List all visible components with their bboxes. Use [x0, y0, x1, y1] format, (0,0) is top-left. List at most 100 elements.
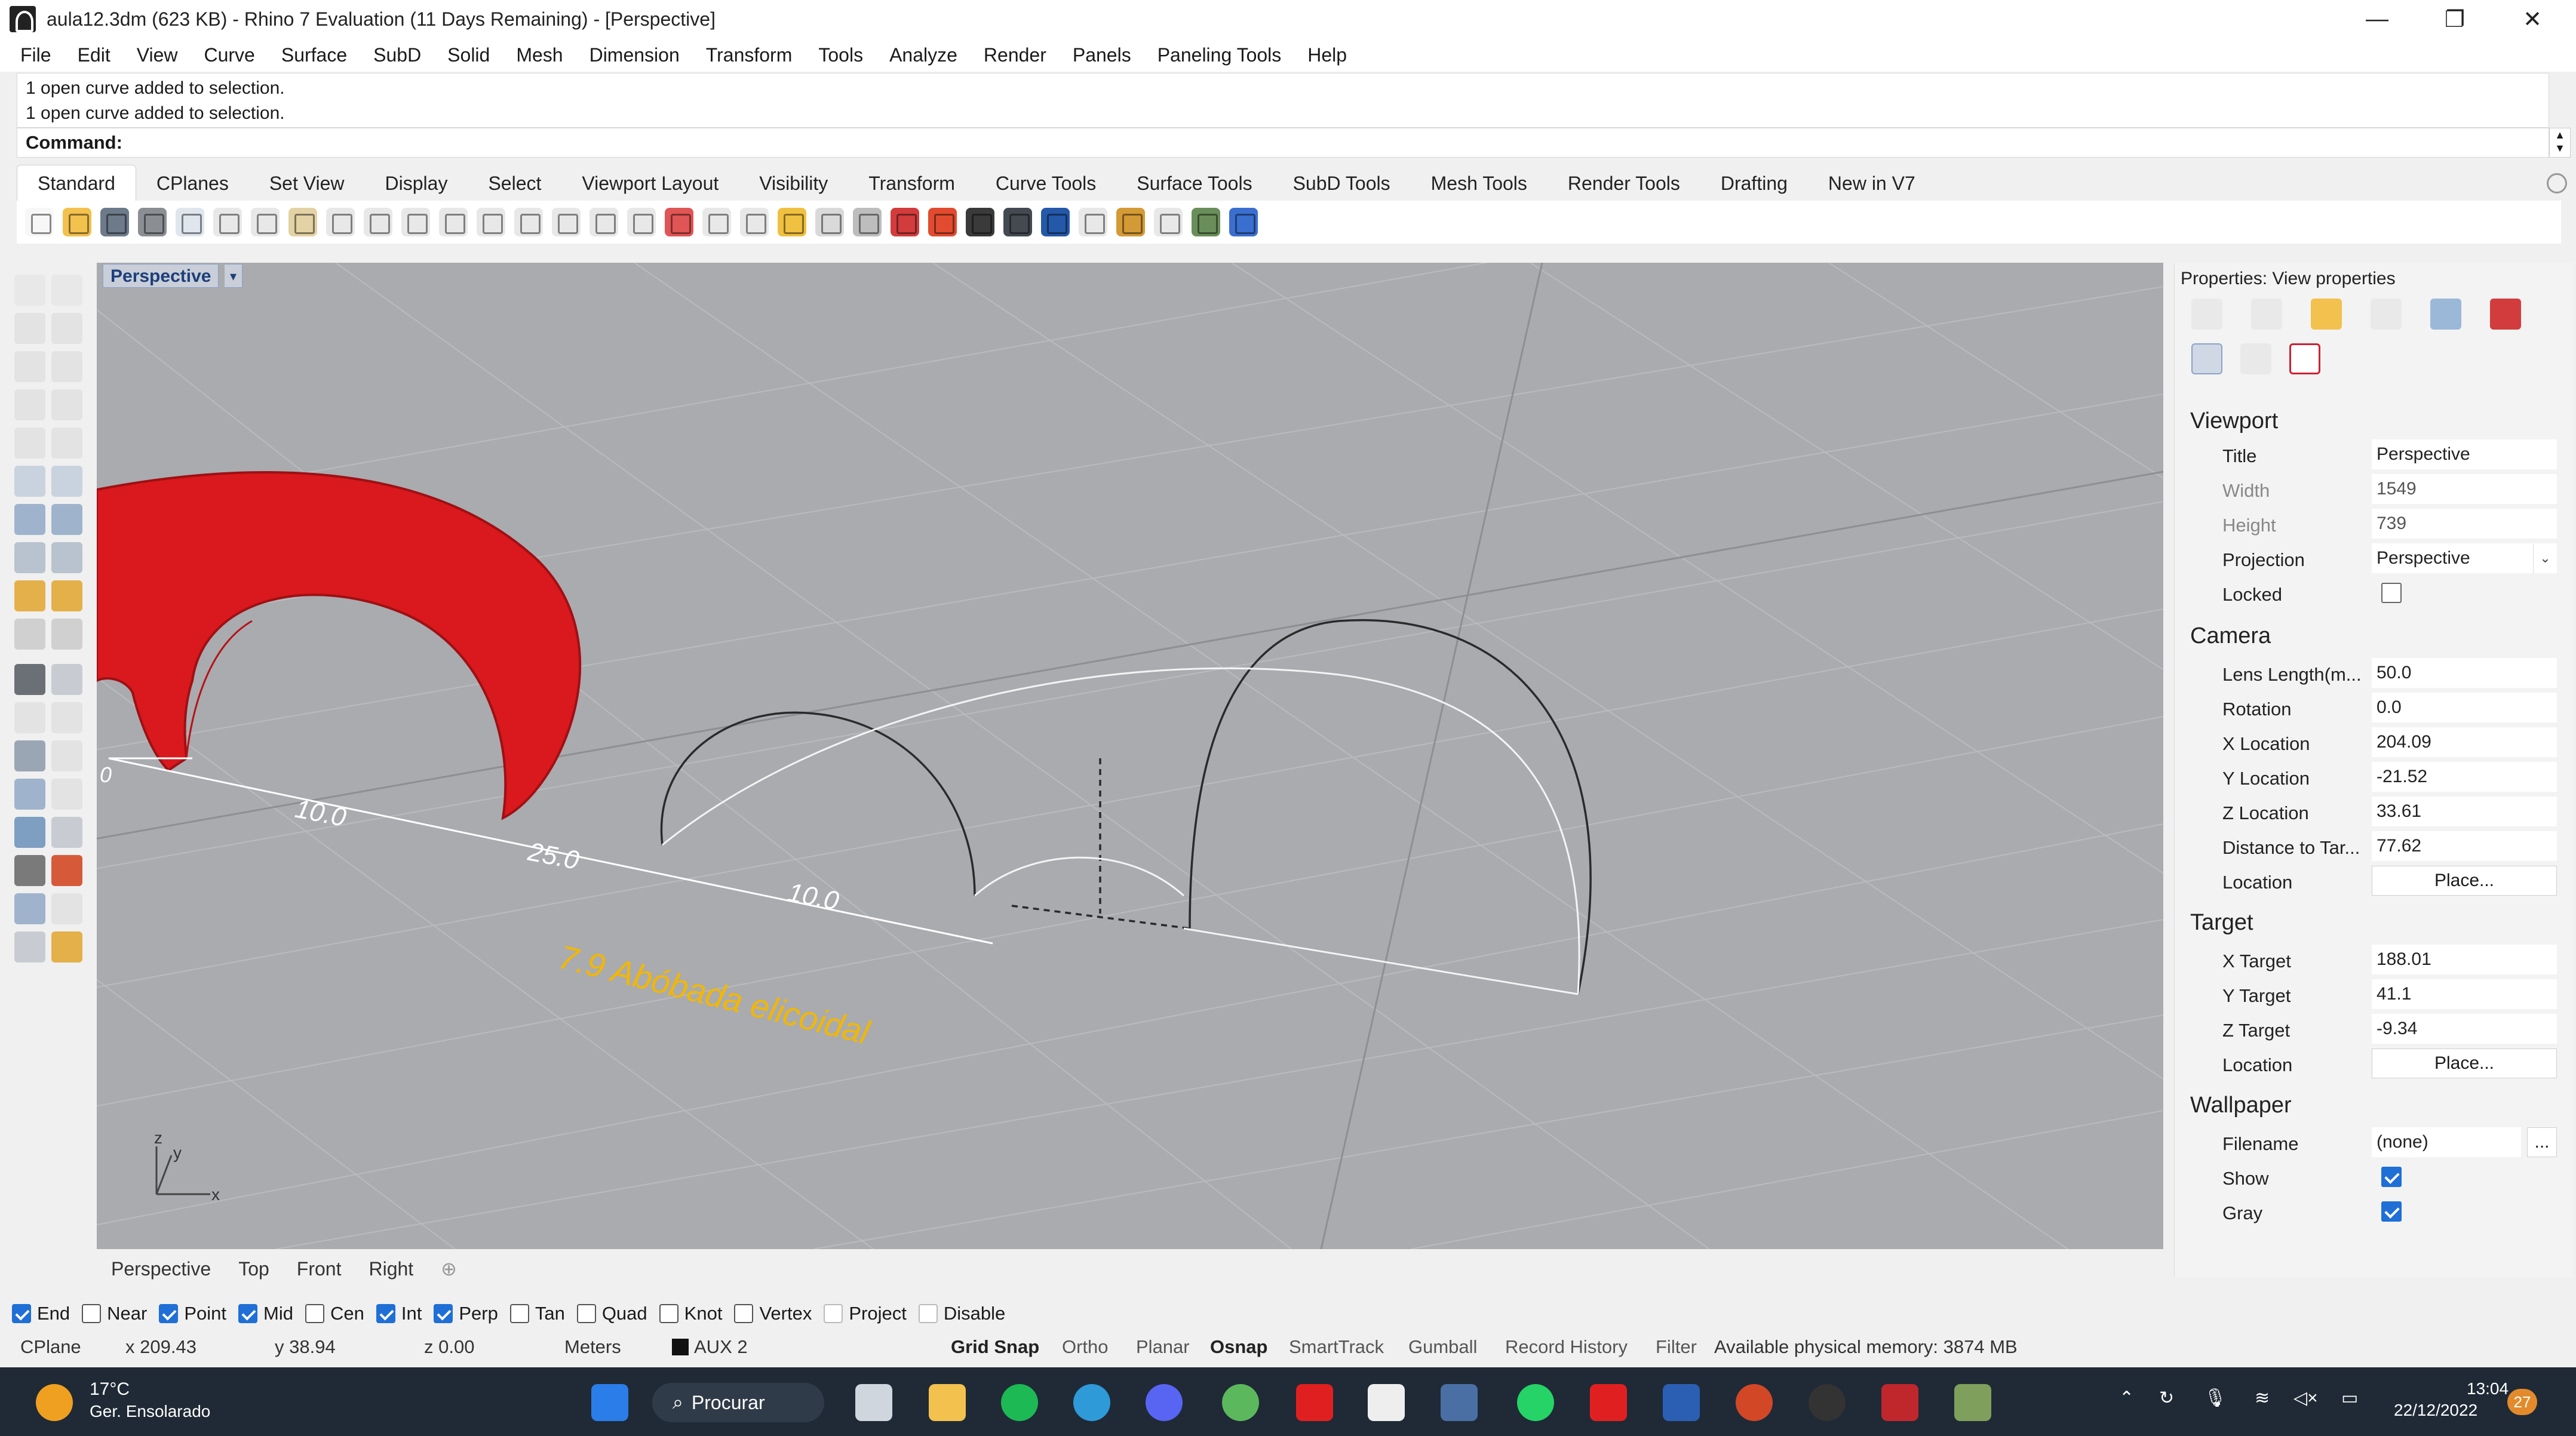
- measure-icon[interactable]: [51, 817, 82, 848]
- zoom-extents-icon[interactable]: [514, 208, 543, 236]
- shield-app-icon[interactable]: [1441, 1384, 1478, 1421]
- four-viewports-icon[interactable]: [627, 208, 656, 236]
- record-history-toggle[interactable]: Record History: [1505, 1336, 1628, 1358]
- menu-edit[interactable]: Edit: [78, 44, 110, 66]
- vp-tab-right[interactable]: Right: [369, 1258, 413, 1280]
- osnap-point[interactable]: Point: [159, 1303, 226, 1324]
- osnap-int-checkbox[interactable]: [376, 1304, 395, 1323]
- analyze-icon[interactable]: [51, 619, 82, 650]
- helical-vault-surface[interactable]: [97, 471, 581, 820]
- help-icon[interactable]: [1229, 208, 1258, 236]
- distance-to-target-field[interactable]: 77.62: [2372, 831, 2557, 861]
- scale-icon[interactable]: [51, 580, 82, 611]
- light-icon[interactable]: [1079, 208, 1107, 236]
- polyline-icon[interactable]: [14, 313, 45, 344]
- tab-render-tools[interactable]: Render Tools: [1548, 165, 1700, 201]
- polygon-icon[interactable]: [14, 389, 45, 420]
- menu-tools[interactable]: Tools: [818, 44, 863, 66]
- circle-icon[interactable]: [14, 351, 45, 382]
- grid-snap-toggle[interactable]: Grid Snap: [951, 1336, 1039, 1358]
- copy-icon[interactable]: [251, 208, 280, 236]
- zoom-icon[interactable]: [439, 208, 468, 236]
- units-label[interactable]: Meters: [564, 1336, 621, 1358]
- menu-panels[interactable]: Panels: [1073, 44, 1131, 66]
- command-scroll-arrows[interactable]: ▲ ▼: [2549, 128, 2571, 158]
- powerpoint-icon[interactable]: [1736, 1384, 1773, 1421]
- tab-cplanes[interactable]: CPlanes: [136, 165, 249, 201]
- select-all-icon[interactable]: [702, 208, 731, 236]
- globe-icon[interactable]: [1192, 208, 1220, 236]
- filename-field[interactable]: (none): [2372, 1127, 2521, 1157]
- pan-hand-icon[interactable]: [364, 208, 392, 236]
- transform-tools-icon[interactable]: [14, 580, 45, 611]
- osnap-toggle[interactable]: Osnap: [1210, 1336, 1267, 1358]
- planar-toggle[interactable]: Planar: [1136, 1336, 1190, 1358]
- toolbar-settings-icon[interactable]: [2547, 173, 2567, 193]
- save-icon[interactable]: [100, 208, 129, 236]
- restore-button[interactable]: ❐: [2416, 0, 2494, 38]
- tab-curve-tools[interactable]: Curve Tools: [975, 165, 1116, 201]
- show-checkbox[interactable]: [2381, 1167, 2402, 1187]
- group-icon[interactable]: [51, 664, 82, 695]
- tab-subd-tools[interactable]: SubD Tools: [1273, 165, 1411, 201]
- vp-tab-front[interactable]: Front: [297, 1258, 342, 1280]
- menu-mesh[interactable]: Mesh: [516, 44, 563, 66]
- osnap-disable[interactable]: Disable: [918, 1303, 1005, 1324]
- cplane-label[interactable]: CPlane: [20, 1336, 81, 1358]
- dimensions-icon[interactable]: [1154, 208, 1183, 236]
- ortho-toggle[interactable]: Ortho: [1062, 1336, 1109, 1358]
- gumball-toggle[interactable]: Gumball: [1408, 1336, 1477, 1358]
- grid-array-icon[interactable]: [14, 855, 45, 886]
- text-icon[interactable]: [14, 740, 45, 771]
- object-properties-icon[interactable]: [2191, 299, 2222, 330]
- osnap-disable-checkbox[interactable]: [918, 1304, 938, 1323]
- image-viewer-icon[interactable]: [1954, 1384, 1991, 1421]
- new-file-icon[interactable]: [25, 208, 54, 236]
- android-app-icon[interactable]: [1222, 1384, 1259, 1421]
- autocad-icon[interactable]: [1296, 1384, 1333, 1421]
- osnap-vertex-checkbox[interactable]: [734, 1304, 754, 1323]
- cplane-icon[interactable]: [665, 208, 693, 236]
- word-icon[interactable]: [1663, 1384, 1700, 1421]
- menu-analyze[interactable]: Analyze: [889, 44, 957, 66]
- loft-icon[interactable]: [51, 542, 82, 573]
- taskbar-search[interactable]: ⌕ Procurar: [652, 1383, 824, 1422]
- osnap-tan[interactable]: Tan: [509, 1303, 565, 1324]
- display-icon[interactable]: [2430, 299, 2461, 330]
- menu-help[interactable]: Help: [1307, 44, 1347, 66]
- curve-icon[interactable]: [51, 313, 82, 344]
- osnap-project[interactable]: Project: [824, 1303, 907, 1324]
- split-icon[interactable]: [51, 702, 82, 733]
- tab-viewport-layout[interactable]: Viewport Layout: [561, 165, 739, 201]
- osnap-quad[interactable]: Quad: [576, 1303, 647, 1324]
- layers-folder-icon[interactable]: [2311, 299, 2342, 330]
- array-icon[interactable]: [14, 779, 45, 810]
- open-file-icon[interactable]: [63, 208, 91, 236]
- tab-standard[interactable]: Standard: [17, 165, 136, 201]
- osnap-point-checkbox[interactable]: [159, 1304, 179, 1323]
- menu-dimension[interactable]: Dimension: [589, 44, 680, 66]
- zoom-selected-icon[interactable]: [552, 208, 581, 236]
- boolean-icon[interactable]: [14, 664, 45, 695]
- paste-icon[interactable]: [288, 208, 317, 236]
- mesh-icon[interactable]: [14, 817, 45, 848]
- brush-icon[interactable]: [2371, 299, 2402, 330]
- target-place-button[interactable]: Place...: [2372, 1048, 2557, 1078]
- helix-guide-curves[interactable]: [662, 667, 1580, 995]
- tab-transform[interactable]: Transform: [848, 165, 975, 201]
- dimension-tools-icon[interactable]: [14, 619, 45, 650]
- tab-select[interactable]: Select: [468, 165, 561, 201]
- tab-display[interactable]: Display: [365, 165, 468, 201]
- tab-visibility[interactable]: Visibility: [739, 165, 848, 201]
- menu-transform[interactable]: Transform: [706, 44, 793, 66]
- y-location-field[interactable]: -21.52: [2372, 762, 2557, 792]
- arc-icon[interactable]: [14, 428, 45, 459]
- add-viewport-icon[interactable]: ⊕: [441, 1257, 457, 1280]
- osnap-perp-checkbox[interactable]: [434, 1304, 453, 1323]
- show-objects-icon[interactable]: [778, 208, 806, 236]
- tab-surface-tools[interactable]: Surface Tools: [1116, 165, 1272, 201]
- osnap-perp[interactable]: Perp: [434, 1303, 498, 1324]
- camera-place-button[interactable]: Place...: [2372, 866, 2557, 896]
- notification-badge[interactable]: 27: [2507, 1389, 2537, 1415]
- viewport-scene[interactable]: 10.0 25.0 10.0 0 7.9 Abóbada elicoidal z…: [97, 263, 2163, 1249]
